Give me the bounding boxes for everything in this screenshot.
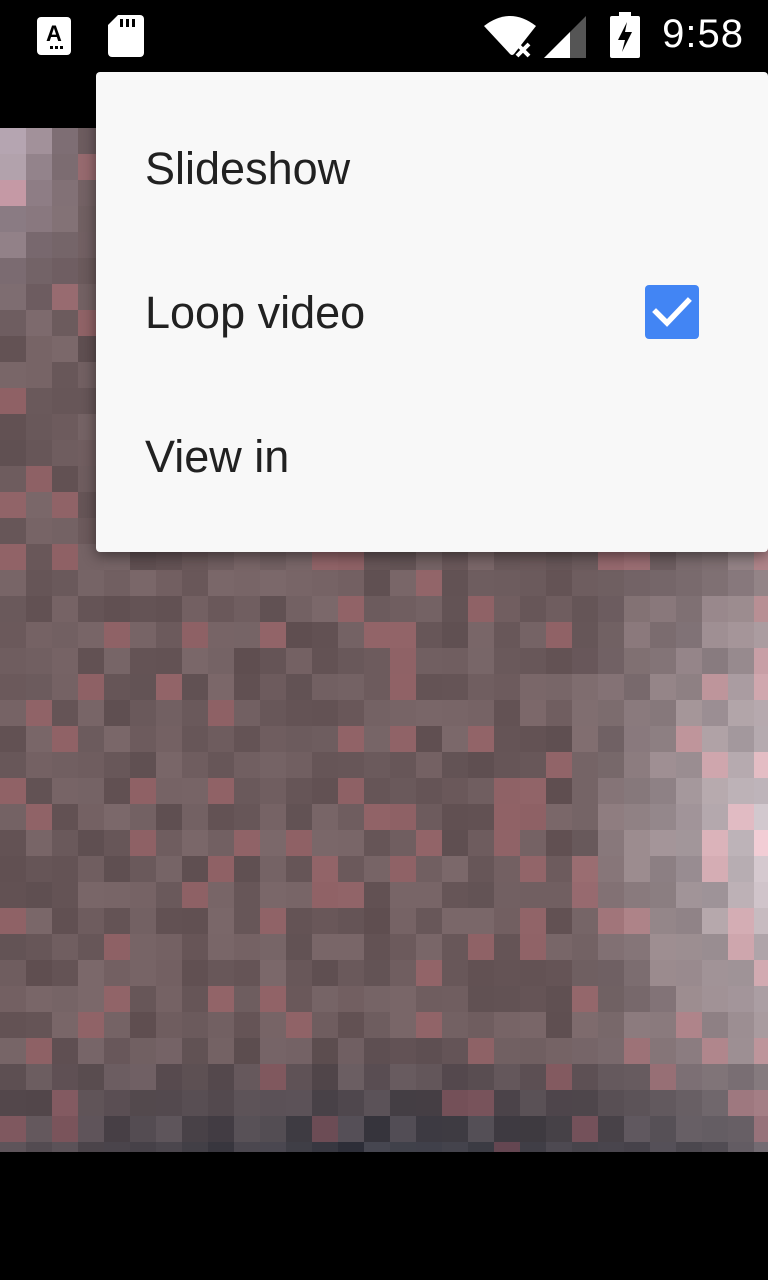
wifi-no-internet-icon bbox=[484, 16, 536, 58]
menu-item-view-in[interactable]: View in bbox=[96, 385, 768, 529]
clock: 9:58 bbox=[662, 12, 744, 56]
menu-item-slideshow[interactable]: Slideshow bbox=[96, 97, 768, 241]
screen: A 9:58 Slideshow Loop video View in bbox=[0, 0, 768, 1280]
menu-item-label: Loop video bbox=[145, 287, 366, 338]
menu-item-label: Slideshow bbox=[145, 143, 351, 194]
cell-signal-icon bbox=[544, 16, 586, 58]
navigation-area bbox=[0, 1152, 768, 1280]
sd-card-icon bbox=[108, 15, 144, 57]
checkmark-icon bbox=[652, 297, 692, 327]
menu-item-label: View in bbox=[145, 431, 290, 482]
status-bar: A 9:58 bbox=[0, 0, 768, 76]
overflow-menu: Slideshow Loop video View in bbox=[96, 72, 768, 552]
keyboard-a-icon: A bbox=[37, 17, 71, 55]
battery-charging-icon bbox=[610, 12, 640, 58]
loop-video-checkbox[interactable] bbox=[645, 285, 699, 339]
svg-text:A: A bbox=[46, 21, 62, 46]
